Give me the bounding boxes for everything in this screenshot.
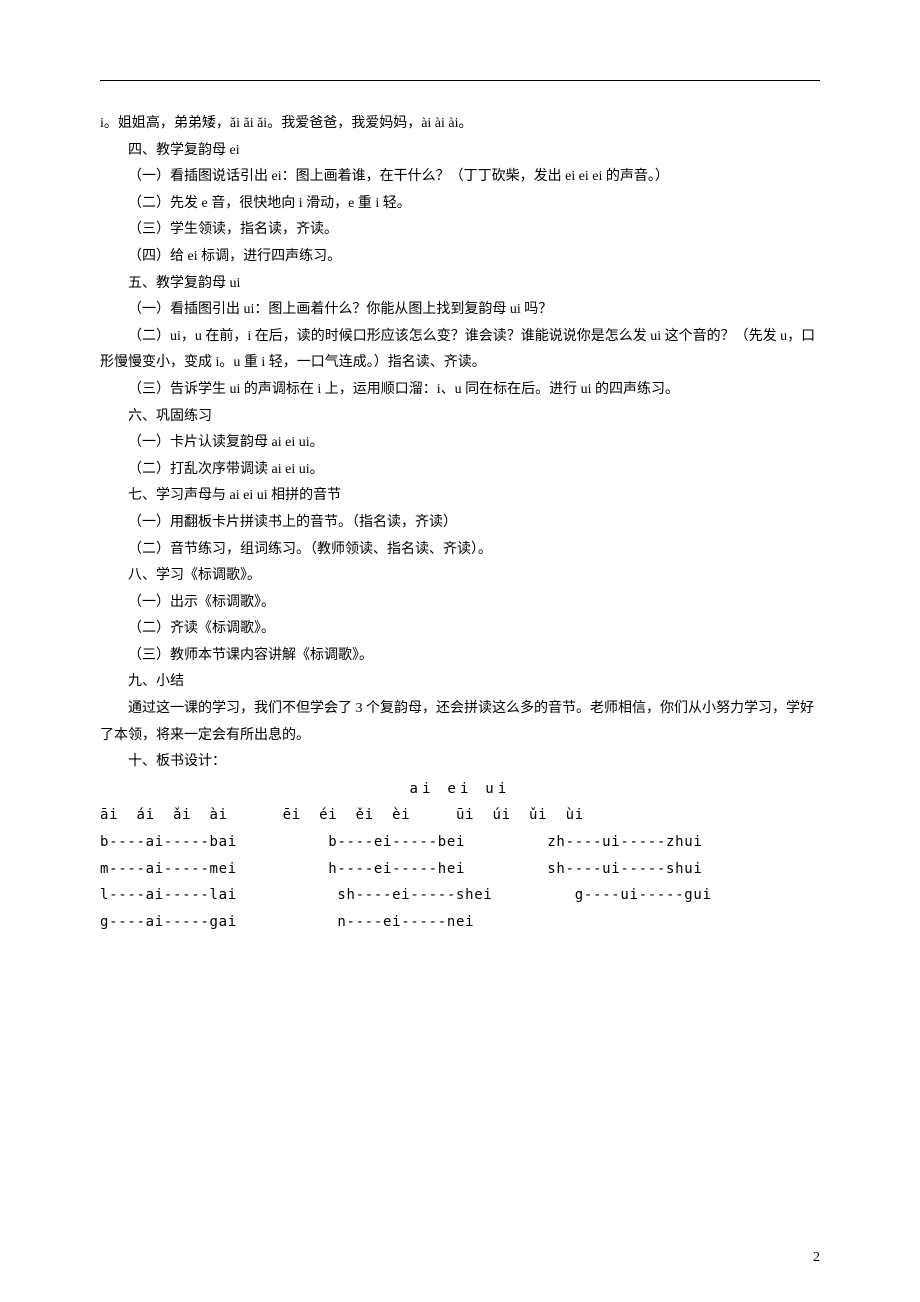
body-text: （二）打乱次序带调读 ai ei ui。 <box>100 457 820 484</box>
section-heading: 九、小结 <box>100 669 820 696</box>
body-text: （一）卡片认读复韵母 ai ei ui。 <box>100 430 820 457</box>
body-text: （二）齐读《标调歌》。 <box>100 616 820 643</box>
body-text: （二）ui，u 在前，i 在后，读的时候口形应该怎么变？谁会读？谁能说说你是怎么… <box>100 324 820 377</box>
board-row: m----ai-----mei h----ei-----hei sh----ui… <box>100 856 820 883</box>
section-heading: 八、学习《标调歌》。 <box>100 563 820 590</box>
page-number: 2 <box>813 1245 820 1272</box>
body-text: （三）学生领读，指名读，齐读。 <box>100 217 820 244</box>
section-heading: 七、学习声母与 ai ei ui 相拼的音节 <box>100 483 820 510</box>
body-text: （二）先发 e 音，很快地向 i 滑动，e 重 i 轻。 <box>100 191 820 218</box>
board-row: b----ai-----bai b----ei-----bei zh----ui… <box>100 829 820 856</box>
body-text: （四）给 ei 标调，进行四声练习。 <box>100 244 820 271</box>
section-heading: 十、板书设计： <box>100 749 820 776</box>
body-text: （三）告诉学生 ui 的声调标在 i 上，运用顺口溜：i、u 同在标在后。进行 … <box>100 377 820 404</box>
section-heading: 五、教学复韵母 ui <box>100 271 820 298</box>
body-text: （一）看插图引出 ui：图上画着什么？你能从图上找到复韵母 ui 吗？ <box>100 297 820 324</box>
body-text: i。姐姐高，弟弟矮，ǎi ǎi ǎi。我爱爸爸，我爱妈妈，ài ài ài。 <box>100 111 820 138</box>
document-page: i。姐姐高，弟弟矮，ǎi ǎi ǎi。我爱爸爸，我爱妈妈，ài ài ài。 四… <box>0 0 920 1302</box>
board-row: l----ai-----lai sh----ei-----shei g----u… <box>100 882 820 909</box>
board-row: g----ai-----gai n----ei-----nei <box>100 909 820 936</box>
board-title-row: ai ei ui <box>100 776 820 803</box>
body-text: （一）出示《标调歌》。 <box>100 590 820 617</box>
body-text: （一）用翻板卡片拼读书上的音节。（指名读，齐读） <box>100 510 820 537</box>
section-heading: 四、教学复韵母 ei <box>100 138 820 165</box>
body-text: （三）教师本节课内容讲解《标调歌》。 <box>100 643 820 670</box>
body-text: （二）音节练习，组词练习。（教师领读、指名读、齐读）。 <box>100 537 820 564</box>
board-row: āi ái ǎi ài ēi éi ěi èi ūi úi ǔi ùi <box>100 802 820 829</box>
body-text: （一）看插图说话引出 ei：图上画着谁，在干什么？（丁丁砍柴，发出 ei ei … <box>100 164 820 191</box>
section-heading: 六、巩固练习 <box>100 404 820 431</box>
top-rule <box>100 80 820 81</box>
body-text: 通过这一课的学习，我们不但学会了 3 个复韵母，还会拼读这么多的音节。老师相信，… <box>100 696 820 749</box>
